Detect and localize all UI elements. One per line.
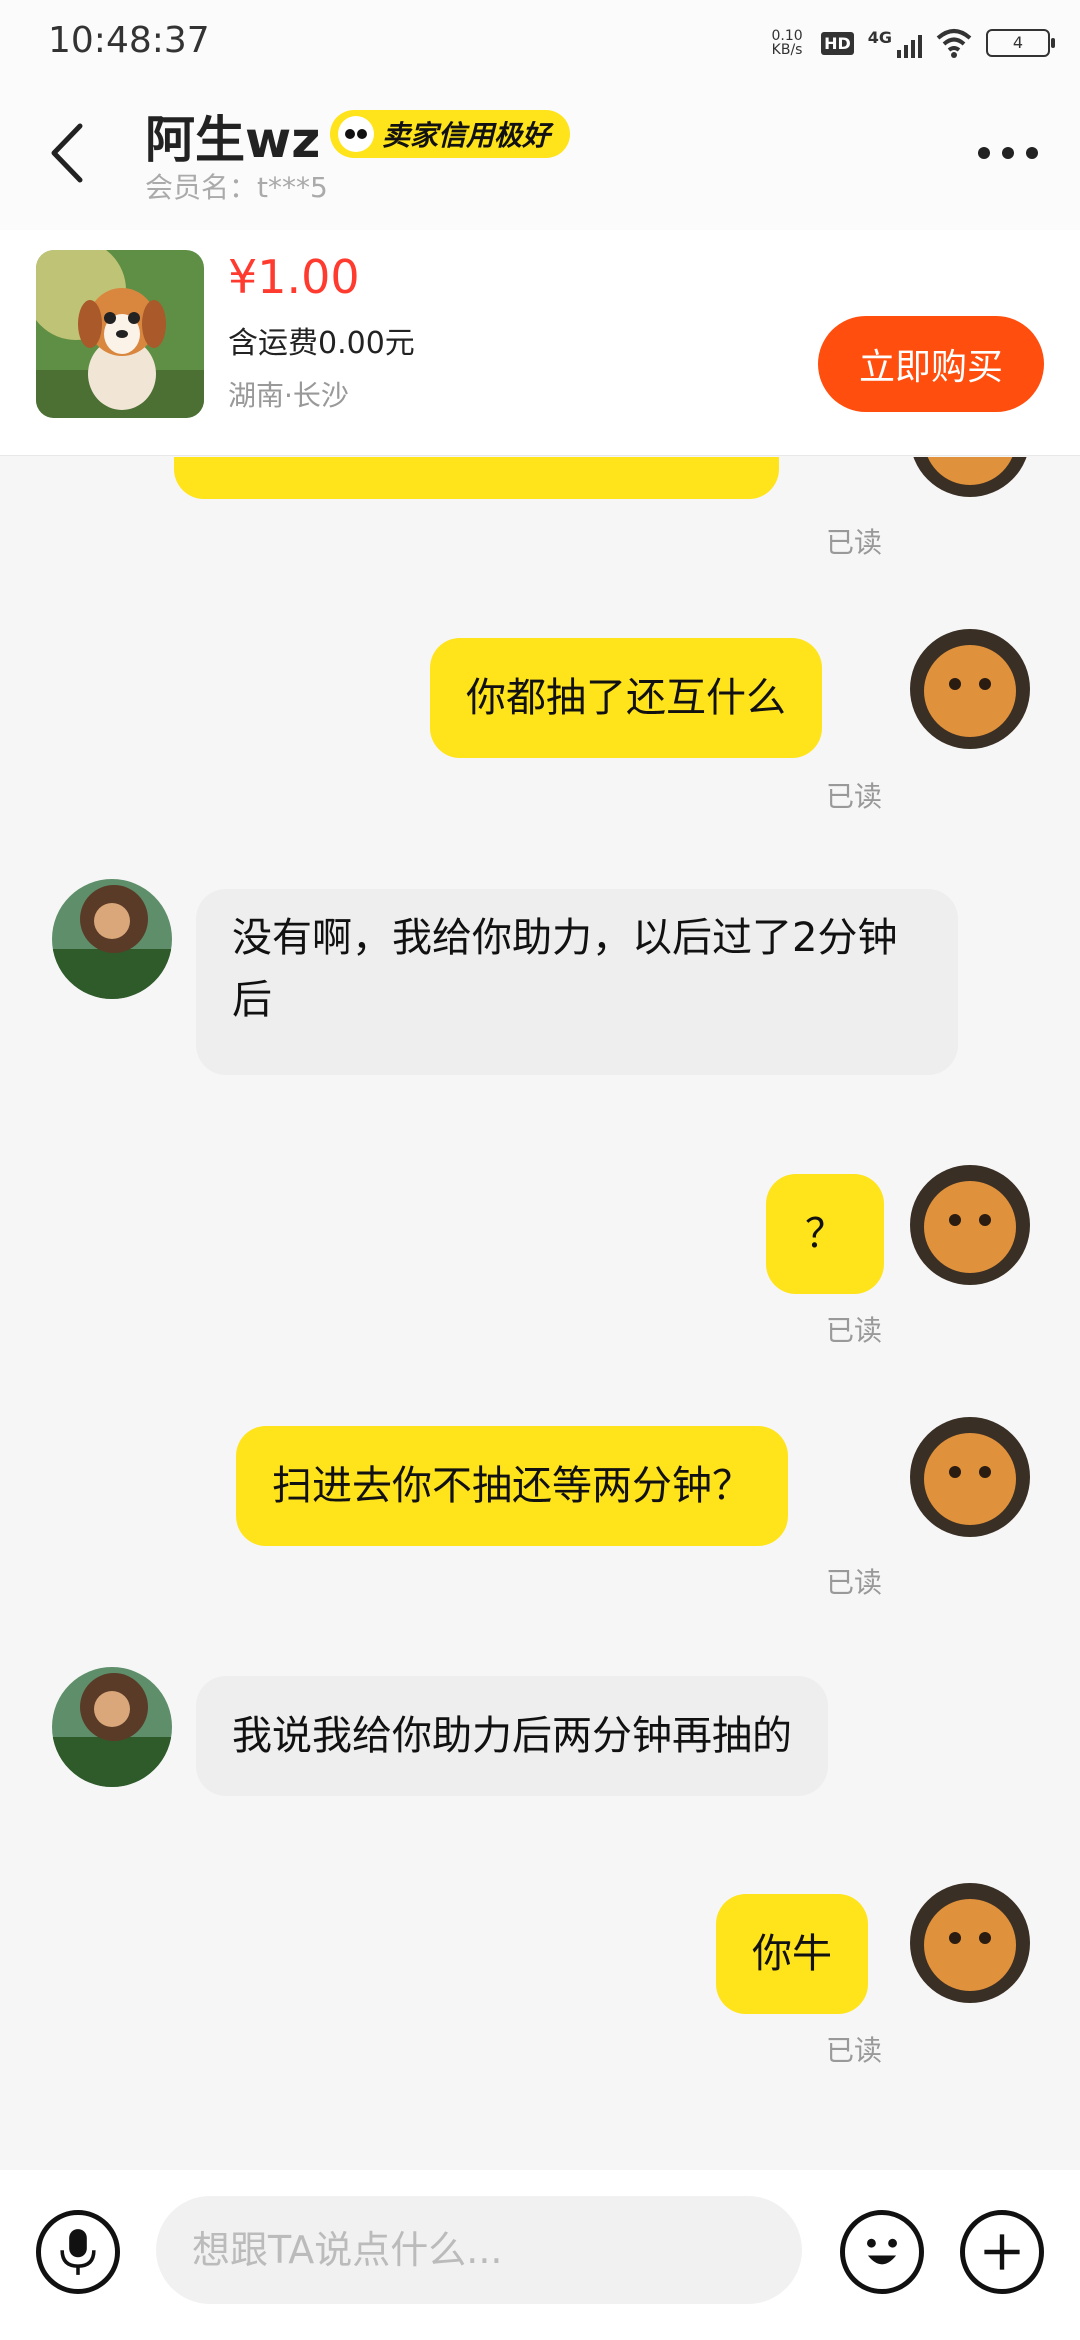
wifi-icon xyxy=(936,29,972,58)
my-avatar[interactable] xyxy=(910,457,1030,497)
my-avatar[interactable] xyxy=(910,629,1030,749)
credit-badge-label: 卖家信用极好 xyxy=(382,119,551,152)
status-bar: 10:48:37 0.10 KB/s HD 4G 4 xyxy=(0,0,1080,80)
shipping-fee: 含运费0.00元 xyxy=(228,326,415,361)
my-avatar[interactable] xyxy=(910,1883,1030,2003)
my-avatar[interactable] xyxy=(910,1165,1030,1285)
contact-avatar[interactable] xyxy=(52,879,172,999)
message-bubble-received[interactable]: 我说我给你助力后两分钟再抽的 xyxy=(196,1676,828,1796)
network-speed: 0.10 KB/s xyxy=(771,28,803,58)
message-input[interactable] xyxy=(156,2196,802,2304)
status-time: 10:48:37 xyxy=(48,20,210,61)
product-card[interactable]: ¥1.00 含运费0.00元 湖南·长沙 立即购买 xyxy=(0,230,1080,456)
message-bubble-sent[interactable]: 扫进去直接抽 又没有什么助力 xyxy=(174,457,779,499)
credit-badge[interactable]: 卖家信用极好 xyxy=(330,110,571,158)
message-bubble-received[interactable]: 没有啊，我给你助力，以后过了2分钟后 xyxy=(196,889,958,1075)
read-status: 已读 xyxy=(826,526,883,559)
signal-icon: 4G xyxy=(868,28,922,58)
read-status: 已读 xyxy=(826,2034,883,2067)
mic-icon[interactable] xyxy=(36,2210,120,2294)
message-bubble-sent[interactable]: 扫进去你不抽还等两分钟？ xyxy=(236,1426,788,1546)
message-bubble-sent[interactable]: ？ xyxy=(766,1174,884,1294)
read-status: 已读 xyxy=(826,780,883,813)
product-thumbnail[interactable] xyxy=(36,250,204,418)
status-icons: 0.10 KB/s HD 4G 4 xyxy=(767,18,1055,68)
more-icon[interactable] xyxy=(978,138,1048,168)
product-location: 湖南·长沙 xyxy=(228,379,349,412)
member-id: 会员名：t***5 xyxy=(145,171,328,204)
read-status: 已读 xyxy=(826,1566,883,1599)
badge-face-icon xyxy=(338,116,374,152)
buy-now-button[interactable]: 立即购买 xyxy=(818,316,1044,412)
plus-icon[interactable] xyxy=(960,2210,1044,2294)
product-price: ¥1.00 xyxy=(228,250,360,304)
message-list[interactable]: 扫进去直接抽 又没有什么助力 已读 你都抽了还互什么 已读 没有啊，我给你助力，… xyxy=(0,457,1080,2170)
battery-icon: 4 xyxy=(986,29,1055,57)
input-bar xyxy=(0,2170,1080,2340)
contact-name[interactable]: 阿生wz xyxy=(145,100,320,172)
chat-header: 阿生wz 卖家信用极好 会员名：t***5 xyxy=(0,80,1080,230)
emoji-icon[interactable] xyxy=(840,2210,924,2294)
my-avatar[interactable] xyxy=(910,1417,1030,1537)
message-bubble-sent[interactable]: 你都抽了还互什么 xyxy=(430,638,822,758)
message-bubble-sent[interactable]: 你牛 xyxy=(716,1894,868,2014)
back-arrow-icon[interactable] xyxy=(40,118,100,188)
hd-icon: HD xyxy=(821,31,854,55)
read-status: 已读 xyxy=(826,1314,883,1347)
contact-avatar[interactable] xyxy=(52,1667,172,1787)
